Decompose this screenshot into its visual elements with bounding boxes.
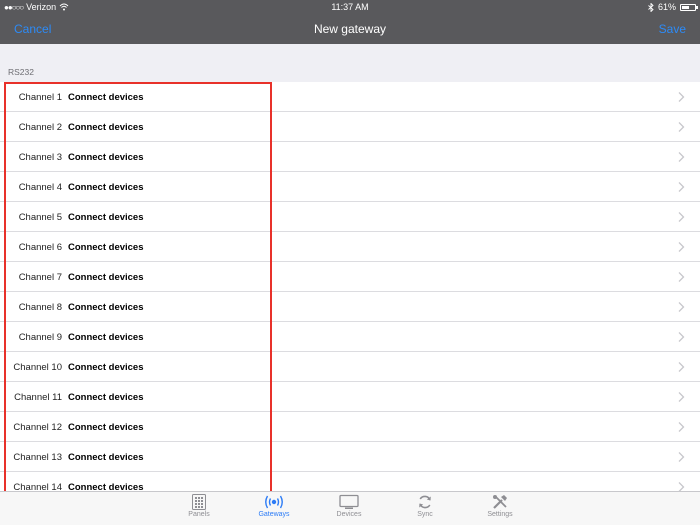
chevron-right-icon: [678, 182, 685, 192]
tab-label: Panels: [188, 511, 210, 518]
channel-label: Channel 4: [18, 182, 62, 193]
chevron-right-icon: [678, 122, 685, 132]
chevron-right-icon: [678, 272, 685, 282]
tab-gateways[interactable]: Gateways: [244, 494, 304, 518]
channel-row[interactable]: Channel 8 Connect devices: [0, 292, 700, 322]
channel-value: Connect devices: [68, 212, 144, 223]
save-button[interactable]: Save: [659, 22, 686, 36]
channel-row[interactable]: Channel 7 Connect devices: [0, 262, 700, 292]
channel-row[interactable]: Channel 6 Connect devices: [0, 232, 700, 262]
channel-row[interactable]: Channel 4 Connect devices: [0, 172, 700, 202]
status-right: 61%: [648, 2, 698, 12]
battery-percent: 61%: [657, 2, 676, 12]
tab-panels[interactable]: Panels: [169, 494, 229, 518]
channel-value: Connect devices: [68, 182, 144, 193]
channel-row[interactable]: Channel 12 Connect devices: [0, 412, 700, 442]
chevron-right-icon: [678, 302, 685, 312]
tab-settings[interactable]: Settings: [470, 494, 530, 518]
nav-bar: Cancel New gateway Save: [0, 14, 700, 44]
battery-icon: [680, 3, 698, 11]
section-header: RS232: [8, 67, 34, 77]
status-bar: ●●○○○ Verizon 11:37 AM 61%: [0, 0, 700, 14]
chevron-right-icon: [678, 152, 685, 162]
tab-devices[interactable]: Devices: [319, 494, 379, 518]
channel-value: Connect devices: [68, 242, 144, 253]
chevron-right-icon: [678, 92, 685, 102]
chevron-right-icon: [678, 362, 685, 372]
channel-label: Channel 13: [13, 452, 62, 463]
bluetooth-icon: [648, 2, 654, 12]
channel-row[interactable]: Channel 2 Connect devices: [0, 112, 700, 142]
channel-value: Connect devices: [68, 302, 144, 313]
tab-label: Sync: [417, 511, 433, 518]
channel-value: Connect devices: [68, 152, 144, 163]
channel-value: Connect devices: [68, 392, 144, 403]
channel-label: Channel 7: [18, 272, 62, 283]
channel-label: Channel 8: [18, 302, 62, 313]
channel-label: Channel 12: [13, 422, 62, 433]
keypad-icon: [169, 494, 229, 510]
channel-list: Channel 1 Connect devices Channel 2 Connect…: [0, 82, 700, 502]
channel-label: Channel 1: [18, 92, 62, 103]
channel-value: Connect devices: [68, 362, 144, 373]
channel-label: Channel 10: [13, 362, 62, 373]
tab-bar: Panels Gateways Devices Sync Settings: [0, 491, 700, 525]
chevron-right-icon: [678, 332, 685, 342]
channel-value: Connect devices: [68, 422, 144, 433]
channel-row[interactable]: Channel 10 Connect devices: [0, 352, 700, 382]
channel-value: Connect devices: [68, 92, 144, 103]
tab-label: Devices: [336, 511, 362, 518]
tab-label: Gateways: [258, 511, 290, 518]
broadcast-icon: [244, 494, 304, 510]
channel-label: Channel 9: [18, 332, 62, 343]
channel-label: Channel 11: [14, 392, 62, 403]
sync-icon: [395, 494, 455, 510]
channel-value: Connect devices: [68, 122, 144, 133]
tools-icon: [470, 494, 530, 510]
page-title: New gateway: [313, 22, 387, 36]
channel-row[interactable]: Channel 11 Connect devices: [0, 382, 700, 412]
channel-label: Channel 6: [18, 242, 62, 253]
channel-value: Connect devices: [68, 272, 144, 283]
channel-row[interactable]: Channel 13 Connect devices: [0, 442, 700, 472]
channel-label: Channel 3: [18, 152, 62, 163]
chevron-right-icon: [678, 242, 685, 252]
channel-value: Connect devices: [68, 332, 144, 343]
chevron-right-icon: [678, 422, 685, 432]
tab-label: Settings: [487, 511, 513, 518]
battery-fill: [682, 5, 690, 9]
chevron-right-icon: [678, 452, 685, 462]
channel-value: Connect devices: [68, 452, 144, 463]
channel-row[interactable]: Channel 1 Connect devices: [0, 82, 700, 112]
channel-label: Channel 2: [18, 122, 62, 133]
tab-sync[interactable]: Sync: [395, 494, 455, 518]
channel-row[interactable]: Channel 5 Connect devices: [0, 202, 700, 232]
monitor-icon: [319, 494, 379, 510]
chevron-right-icon: [678, 392, 685, 402]
chevron-right-icon: [678, 212, 685, 222]
channel-row[interactable]: Channel 3 Connect devices: [0, 142, 700, 172]
status-time: 11:37 AM: [331, 2, 369, 12]
channel-row[interactable]: Channel 9 Connect devices: [0, 322, 700, 352]
channel-label: Channel 5: [18, 212, 62, 223]
